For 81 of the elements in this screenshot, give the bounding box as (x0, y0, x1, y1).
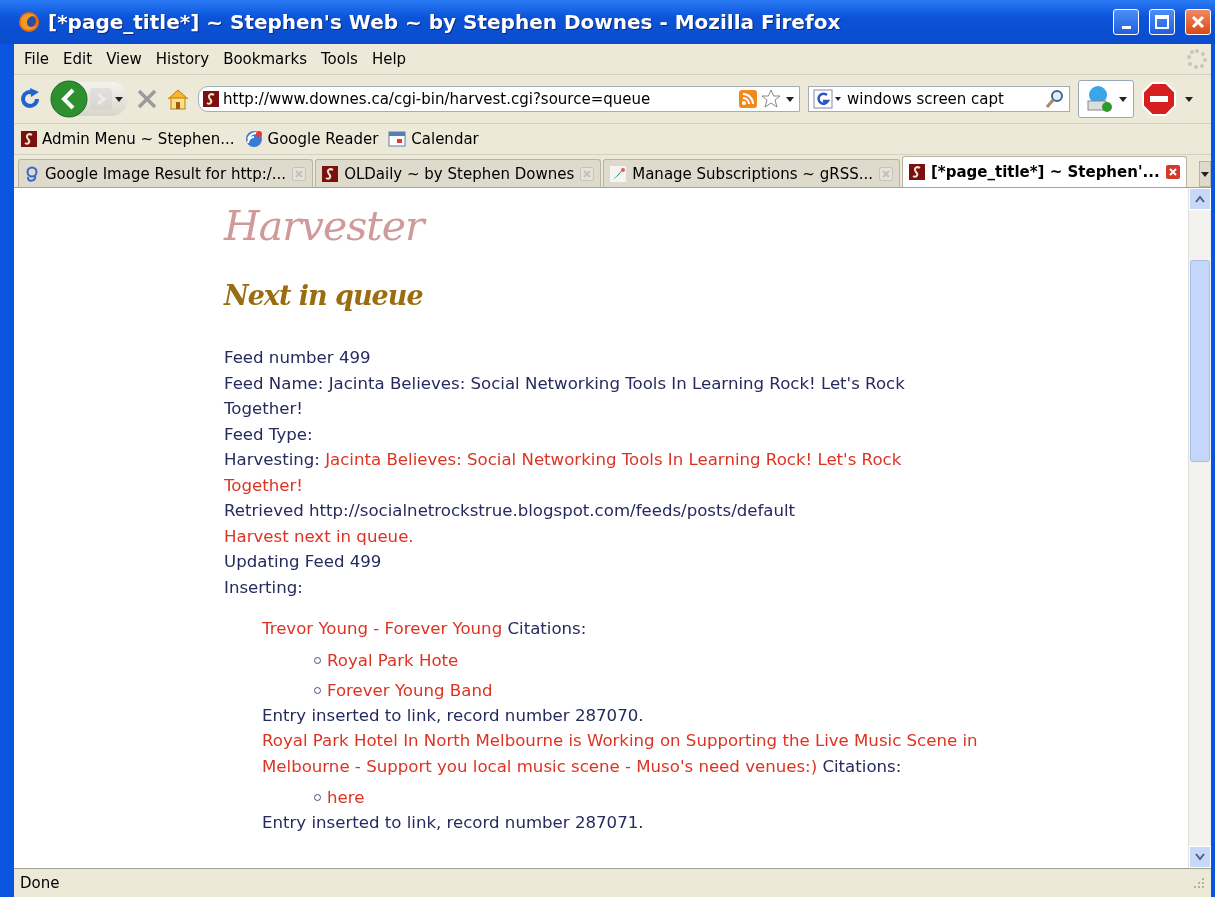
menu-item[interactable]: History (149, 48, 216, 70)
search-engine-icon (813, 89, 843, 109)
caret-icon (1118, 94, 1128, 104)
minimize-icon (1121, 25, 1131, 29)
firefox-icon (18, 11, 40, 33)
search-icon (1045, 89, 1065, 109)
back-icon (50, 80, 88, 118)
menu-item[interactable]: File (18, 48, 56, 70)
site-favicon-icon (203, 91, 219, 107)
log-line: Entry inserted to link, record number 287071. (262, 812, 645, 834)
minimize-button[interactable] (1113, 9, 1139, 35)
log-line: Entry inserted to link, record number 287070. (262, 704, 645, 727)
log-line: Feed number 499 (224, 347, 372, 369)
bookmark-link[interactable]: Calendar (411, 130, 479, 148)
scroll-down-button[interactable] (1189, 846, 1211, 868)
bookmark-link[interactable]: Google Reader (267, 130, 379, 148)
home-icon (166, 88, 190, 110)
address-field[interactable]: http://www.downes.ca/cgi-bin/harvest.cgi?source=queue (198, 86, 800, 112)
history-dropdown-icon (114, 94, 124, 104)
log-line: Updating Feed 499 (224, 551, 383, 573)
close-icon (1190, 14, 1206, 30)
window-title: [*page_title*] ~ Stephen's Web ~ by Stephen Downes - Mozilla Firefox (48, 10, 842, 34)
status-text: Done (20, 874, 60, 892)
search-field[interactable]: windows screen capt (808, 86, 1070, 112)
citation-link[interactable]: Forever Young Band (327, 677, 493, 703)
resize-grip-icon (1193, 877, 1205, 889)
toolbar-dropdown-button[interactable] (1184, 94, 1194, 104)
search-engine-icon (25, 164, 39, 183)
caret-up-icon (1195, 195, 1205, 203)
section-heading: Next in queue (224, 280, 423, 311)
caret-icon (1199, 169, 1210, 179)
feather-icon (610, 165, 627, 182)
browser-tab[interactable]: Manage Subscriptions ~ gRSS... (603, 159, 900, 187)
home-button[interactable] (166, 88, 190, 110)
site-favicon-icon (322, 165, 339, 182)
scroll-thumb[interactable] (1190, 260, 1210, 462)
toolbar-dropdown-icon (1184, 94, 1194, 104)
menu-item[interactable]: Bookmarks (217, 48, 313, 70)
reload-button[interactable] (18, 87, 42, 111)
throbber-icon (1187, 49, 1207, 69)
citation-link[interactable]: Royal Park Hote (327, 647, 459, 673)
browser-tab[interactable]: OLDaily ~ by Stephen Downes (315, 159, 602, 187)
entry-heading: Royal Park Hotel In North Melbourne is Working on Supporting the Live Music Scene in Melbourne - Support you local music scene - Muso's need venues:) Citations: (262, 730, 979, 778)
feed-reader-icon (244, 130, 263, 148)
star-icon (761, 89, 781, 109)
scrollbar[interactable] (1188, 188, 1211, 868)
site-favicon-icon (21, 131, 37, 147)
history-dropdown-button[interactable] (114, 94, 124, 104)
log-line: Feed Type: (224, 423, 314, 446)
bookmark-link[interactable]: Admin Menu ~ Stephen... (42, 130, 235, 148)
close-button[interactable] (1185, 9, 1211, 35)
calendar-icon (388, 130, 407, 148)
menu-item[interactable]: Tools (314, 48, 364, 70)
log-line: Harvesting: Jacinta Believes: Social Networking Tools In Learning Rock! Let's Rock Together! (224, 449, 903, 497)
ad-block-icon (1142, 82, 1176, 116)
maximize-button[interactable] (1149, 9, 1175, 35)
reload-icon (18, 87, 42, 111)
site-favicon-icon (909, 164, 925, 180)
entry-heading: Trevor Young - Forever Young Citations: (262, 618, 588, 640)
log-line: Retrieved http://socialnetrockstrue.blogspot.com/feeds/posts/default (224, 500, 797, 522)
citation-link[interactable]: here (327, 785, 365, 810)
stop-icon (136, 88, 158, 110)
menu-item[interactable]: View (100, 48, 148, 70)
caret-down-icon (1195, 853, 1205, 861)
menu-item[interactable]: Help (365, 48, 413, 70)
forward-icon (90, 88, 112, 110)
menu-item[interactable]: Edit (57, 48, 99, 70)
caret-icon (785, 94, 795, 104)
browser-tab[interactable]: Google Image Result for http:/... (18, 159, 314, 187)
log-line: Inserting: (224, 576, 304, 599)
maximize-icon (1154, 14, 1170, 30)
stop-button[interactable] (136, 88, 158, 110)
tab-list-button[interactable] (1198, 161, 1211, 187)
log-link[interactable]: Harvest next in queue. (224, 526, 414, 546)
browser-tab[interactable]: [*page_title*] ~ Stephen'... (902, 156, 1187, 187)
rss-feed-icon (739, 90, 757, 108)
ad-block-button[interactable] (1142, 82, 1176, 116)
back-button[interactable] (50, 80, 88, 118)
scroll-up-button[interactable] (1189, 188, 1211, 210)
log-line: Feed Name: Jacinta Believes: Social Networking Tools In Learning Rock! Let's Rock Together! (224, 372, 906, 420)
close-tab-icon[interactable] (1165, 165, 1180, 179)
